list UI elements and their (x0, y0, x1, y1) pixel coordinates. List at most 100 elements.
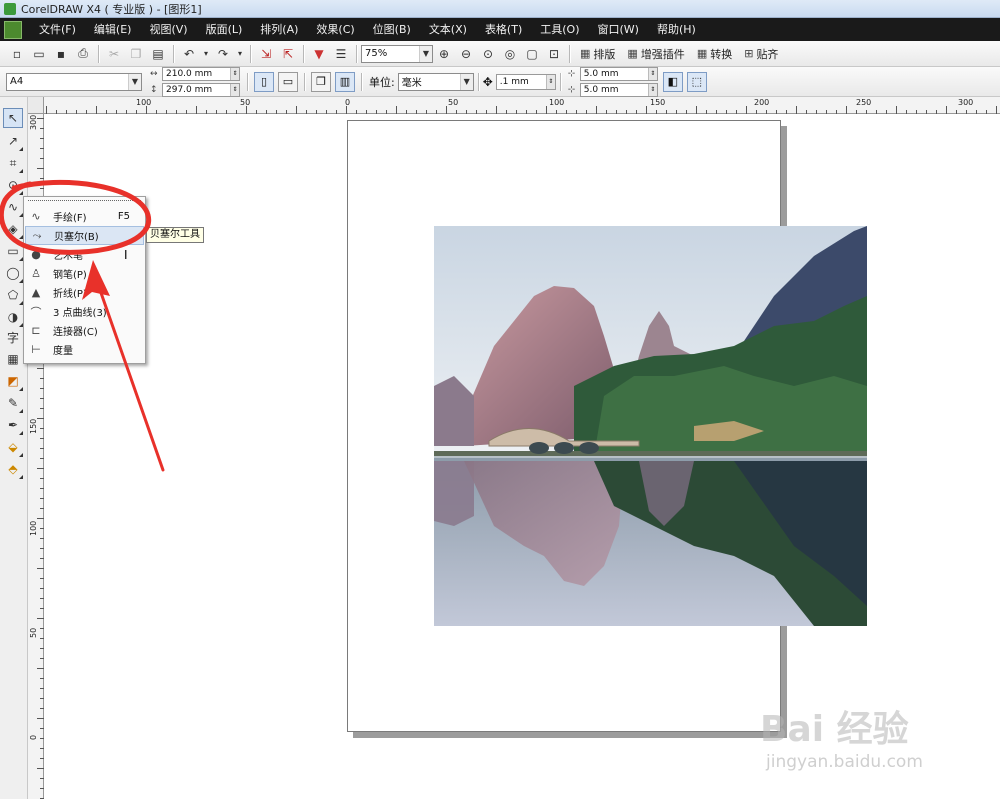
menu-bar: 文件(F) 编辑(E) 视图(V) 版面(L) 排列(A) 效果(C) 位图(B… (0, 18, 1000, 41)
flyout-item-label: 钢笔(P) (53, 270, 87, 281)
outline-tool-icon[interactable]: ✒ (3, 415, 23, 435)
ruler-origin[interactable] (28, 97, 44, 114)
polygon-tool-icon[interactable]: ⬠ (3, 285, 23, 305)
flyout-item-label: 度量 (53, 346, 73, 357)
import-icon[interactable]: ⇲ (256, 44, 276, 64)
welcome-screen-icon[interactable]: ☰ (331, 44, 351, 64)
menu-effects[interactable]: 效果(C) (307, 18, 363, 41)
export-icon[interactable]: ⇱ (278, 44, 298, 64)
menu-text[interactable]: 文本(X) (420, 18, 476, 41)
crop-tool-icon[interactable]: ⌗ (3, 153, 23, 173)
ruler-tick (37, 568, 44, 569)
duplicate-x-input[interactable]: 5.0 mm ⇕ (579, 66, 658, 81)
paper-size-dropdown[interactable]: A4 ▼ (6, 72, 142, 91)
ellipse-tool-icon[interactable]: ◯ (3, 263, 23, 283)
new-document-icon[interactable]: ▫ (7, 44, 27, 64)
flyout-item-three-point-curve[interactable]: ⌒ 3 点曲线(3) (25, 302, 144, 321)
toolbar-separator (173, 44, 174, 63)
flyout-item-bezier[interactable]: ⤳ 贝塞尔(B) (25, 226, 144, 245)
snap-label: 贴齐 (756, 47, 779, 61)
curve-tool-icon[interactable]: ∿ (3, 197, 23, 217)
landscape-bitmap[interactable] (434, 226, 867, 626)
redo-icon[interactable]: ↷ (213, 44, 233, 64)
plugins-button[interactable]: ▦ 增强插件 (621, 46, 690, 62)
layout-button[interactable]: ▦ 排版 (574, 46, 621, 62)
menu-file[interactable]: 文件(F) (30, 18, 85, 41)
flyout-item-pen[interactable]: ♙ 钢笔(P) (25, 264, 144, 283)
menu-window[interactable]: 窗口(W) (589, 18, 648, 41)
menu-arrange[interactable]: 排列(A) (251, 18, 307, 41)
interactive-blend-tool-icon[interactable]: ◩ (3, 371, 23, 391)
menu-tools[interactable]: 工具(O) (531, 18, 588, 41)
unit-dropdown[interactable]: 毫米 ▼ (397, 72, 474, 91)
horizontal-ruler[interactable]: 100 50 0 50 100 150 200 250 300 (44, 97, 1000, 114)
smart-fill-tool-icon[interactable]: ◈ (3, 219, 23, 239)
fill-tool-icon[interactable]: ⬙ (3, 437, 23, 457)
text-tool-icon[interactable]: 字 (3, 327, 23, 347)
menu-help[interactable]: 帮助(H) (648, 18, 705, 41)
ruler-tick (37, 368, 44, 369)
all-pages-icon[interactable]: ❐ (311, 71, 331, 92)
ruler-tick (37, 718, 44, 719)
ruler-tick (496, 106, 497, 114)
redo-dropdown-icon[interactable]: ▾ (235, 44, 245, 64)
copy-icon[interactable]: ❐ (126, 44, 146, 64)
flyout-item-label: 艺术笔 (53, 251, 83, 262)
save-icon[interactable]: ▪ (51, 44, 71, 64)
menu-view[interactable]: 视图(V) (140, 18, 196, 41)
flyout-item-freehand[interactable]: ∿ 手绘(F) F5 (25, 207, 144, 226)
zoom-page-width-icon[interactable]: ⊡ (544, 44, 564, 64)
zoom-in-icon[interactable]: ⊕ (434, 44, 454, 64)
shape-tool-icon[interactable]: ↗ (3, 131, 23, 151)
cut-icon[interactable]: ✂ (104, 44, 124, 64)
paste-icon[interactable]: ▤ (148, 44, 168, 64)
flyout-grip[interactable] (28, 200, 141, 203)
ruler-tick (246, 106, 247, 114)
open-folder-icon[interactable]: ▭ (29, 44, 49, 64)
menu-layout[interactable]: 版面(L) (197, 18, 252, 41)
print-icon[interactable]: ⎙ (73, 44, 93, 64)
ruler-label: 300 (958, 98, 974, 107)
zoom-out-icon[interactable]: ⊖ (456, 44, 476, 64)
pick-tool-icon[interactable]: ↖ (3, 108, 23, 128)
zoom-page-icon[interactable]: ▢ (522, 44, 542, 64)
rectangle-tool-icon[interactable]: ▭ (3, 241, 23, 261)
flyout-item-connector[interactable]: ⊏ 连接器(C) (25, 321, 144, 340)
convert-label: 转换 (710, 47, 733, 61)
flyout-item-polyline[interactable]: ▲ 折线(P) (25, 283, 144, 302)
zoom-tool-icon[interactable]: ⊙ (3, 175, 23, 195)
spinner-icon: ⇕ (230, 67, 239, 80)
landscape-image (434, 226, 867, 626)
nudge-distance-input[interactable]: .1 mm ⇕ (495, 73, 556, 90)
ruler-tick (296, 106, 297, 114)
zoom-all-objects-icon[interactable]: ◎ (500, 44, 520, 64)
drawing-canvas[interactable] (44, 114, 1000, 799)
document-icon[interactable] (4, 20, 22, 39)
plugins-icon: ▦ (627, 47, 638, 60)
portrait-icon[interactable]: ▯ (254, 71, 274, 92)
text-cursor-icon: I (124, 248, 128, 262)
spinner-icon: ⇕ (230, 83, 239, 96)
page-width-input[interactable]: 210.0 mm ⇕ (162, 66, 240, 81)
convert-button[interactable]: ▦ 转换 (691, 46, 738, 62)
undo-icon[interactable]: ↶ (179, 44, 199, 64)
menu-table[interactable]: 表格(T) (476, 18, 531, 41)
current-page-icon[interactable]: ▥ (335, 71, 355, 92)
duplicate-y-input[interactable]: 5.0 mm ⇕ (579, 82, 658, 97)
table-tool-icon[interactable]: ▦ (3, 349, 23, 369)
treat-as-filled-icon[interactable]: ◧ (662, 71, 683, 92)
menu-bitmaps[interactable]: 位图(B) (364, 18, 420, 41)
zoom-level-dropdown[interactable]: 75% ▼ (361, 44, 433, 63)
basic-shapes-tool-icon[interactable]: ◑ (3, 307, 23, 327)
page-border-icon[interactable]: ⬚ (686, 71, 707, 92)
application-launcher-icon[interactable]: ▼ (309, 44, 329, 64)
landscape-icon[interactable]: ▭ (278, 71, 298, 92)
undo-dropdown-icon[interactable]: ▾ (201, 44, 211, 64)
menu-edit[interactable]: 编辑(E) (85, 18, 141, 41)
page-height-input[interactable]: 297.0 mm ⇕ (162, 82, 240, 97)
zoom-selected-icon[interactable]: ⊙ (478, 44, 498, 64)
flyout-item-dimension[interactable]: ⊢ 度量 (25, 340, 144, 359)
eyedropper-tool-icon[interactable]: ✎ (3, 393, 23, 413)
snap-button[interactable]: ⊞ 贴齐 (738, 46, 784, 62)
interactive-fill-tool-icon[interactable]: ⬘ (3, 459, 23, 479)
